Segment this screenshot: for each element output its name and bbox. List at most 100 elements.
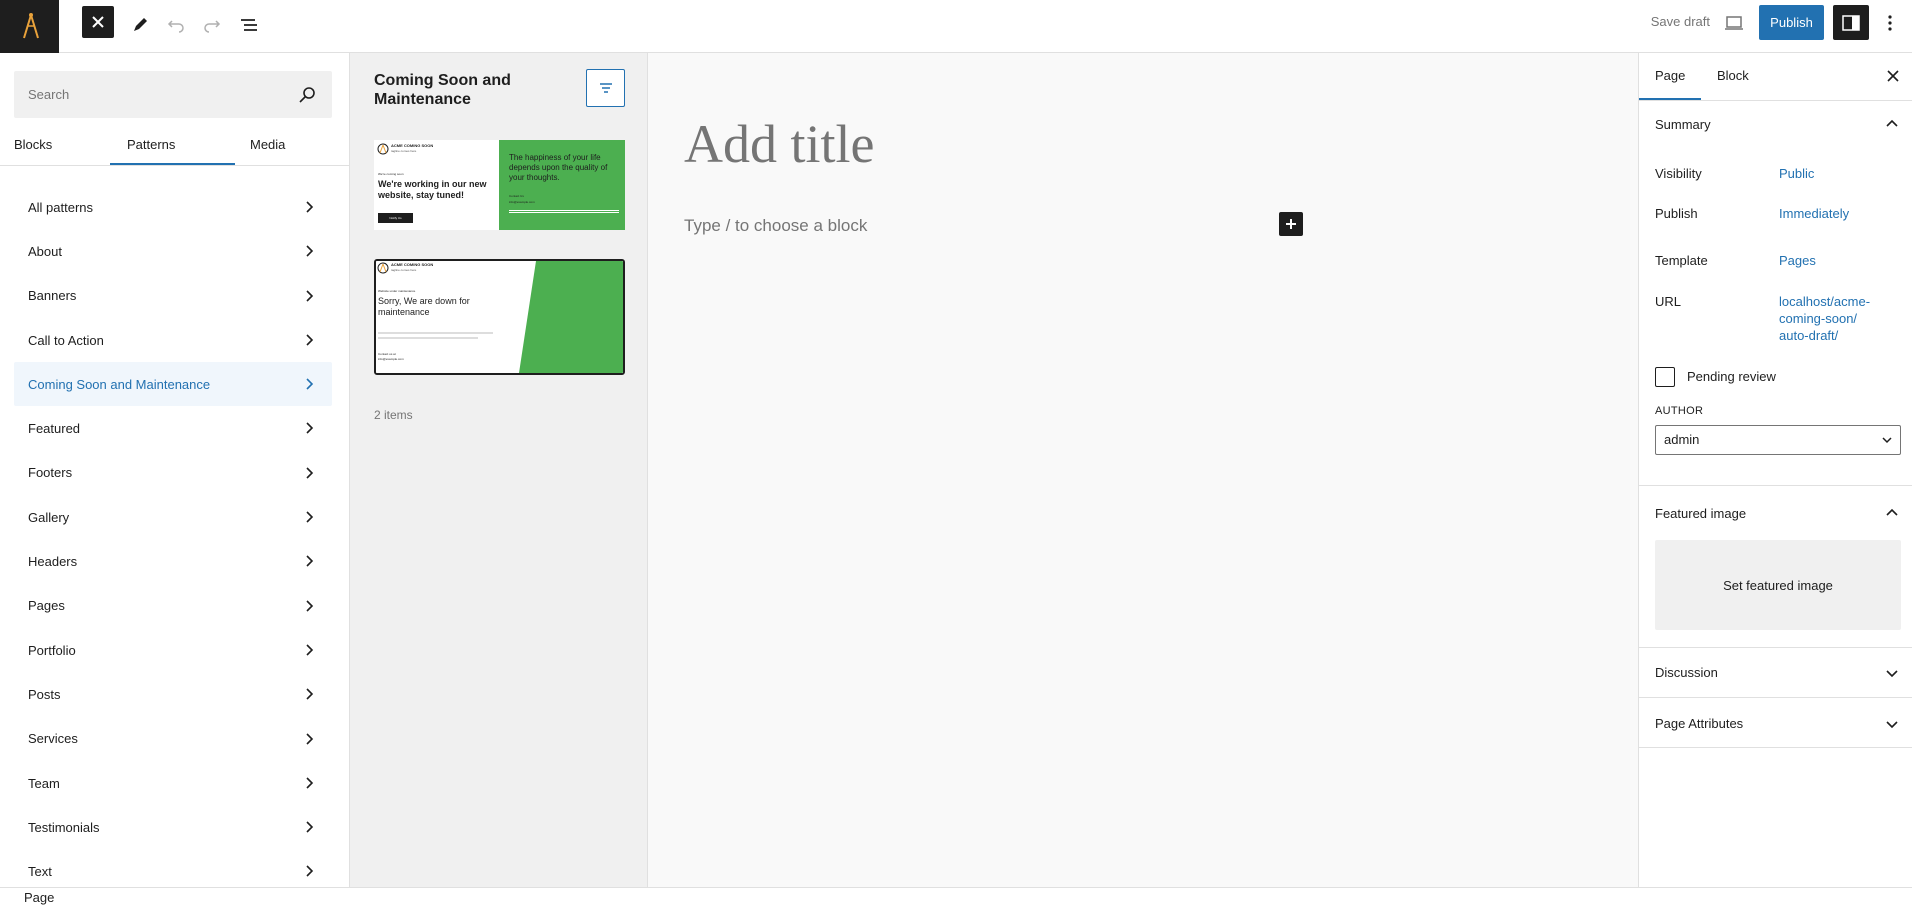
pattern-category-item[interactable]: Featured <box>14 406 332 450</box>
thumb-email: info@example.com <box>378 357 404 361</box>
redo-button[interactable] <box>194 7 230 43</box>
chevron-right-icon <box>306 644 314 656</box>
tab-patterns[interactable]: Patterns <box>127 128 175 166</box>
url-line-3: auto-draft/ <box>1779 328 1839 343</box>
chevron-right-icon <box>306 245 314 257</box>
discussion-panel-title[interactable]: Discussion <box>1655 665 1718 680</box>
pattern-category-label: Services <box>28 731 78 747</box>
pattern-category-label: Headers <box>28 554 78 570</box>
author-label: AUTHOR <box>1655 405 1704 417</box>
publish-button[interactable]: Publish <box>1759 5 1824 40</box>
pattern-category-item[interactable]: All patterns <box>14 185 332 229</box>
pattern-category-item[interactable]: Coming Soon and Maintenance <box>14 362 332 407</box>
pattern-category-item[interactable]: Portfolio <box>14 628 332 672</box>
document-overview-button[interactable] <box>231 7 267 43</box>
chevron-up-icon[interactable] <box>1884 505 1900 521</box>
breadcrumb[interactable]: Page <box>24 890 54 905</box>
template-label: Template <box>1655 253 1708 268</box>
divider <box>1639 697 1912 698</box>
pattern-category-label: Portfolio <box>28 642 76 658</box>
set-featured-image-button[interactable]: Set featured image <box>1655 540 1901 630</box>
pattern-category-item[interactable]: Services <box>14 717 332 761</box>
chevron-right-icon <box>306 422 314 435</box>
preview-button[interactable] <box>1716 5 1752 41</box>
pattern-category-item[interactable]: Call to Action <box>14 318 332 362</box>
search-icon[interactable] <box>298 85 318 105</box>
post-title-input[interactable]: Add title <box>684 113 874 175</box>
chevron-up-icon[interactable] <box>1884 116 1900 132</box>
chevron-right-icon <box>306 201 314 213</box>
divider <box>1639 647 1912 648</box>
settings-toggle-button[interactable] <box>1833 5 1869 40</box>
site-logo[interactable] <box>0 0 59 53</box>
pattern-category-item[interactable]: About <box>14 229 332 273</box>
visibility-value[interactable]: Public <box>1779 165 1814 182</box>
close-inserter-button[interactable] <box>82 6 114 38</box>
tab-blocks[interactable]: Blocks <box>14 128 52 166</box>
tab-media[interactable]: Media <box>250 128 285 166</box>
pattern-category-item[interactable]: Headers <box>14 539 332 583</box>
thumb-contact-label: Contact us at <box>378 352 396 356</box>
chevron-right-icon <box>306 688 314 700</box>
chevron-down-icon <box>1882 437 1892 444</box>
close-icon <box>92 16 104 28</box>
summary-panel-title[interactable]: Summary <box>1655 117 1711 132</box>
thumb-email: info@example.com <box>509 200 535 204</box>
pattern-category-item[interactable]: Gallery <box>14 495 332 539</box>
tab-block[interactable]: Block <box>1717 68 1749 83</box>
save-draft-button[interactable]: Save draft <box>1620 13 1710 31</box>
search-input[interactable] <box>14 71 284 118</box>
pattern-category-item[interactable]: Posts <box>14 672 332 716</box>
close-icon[interactable] <box>1884 67 1902 85</box>
pencil-icon <box>134 18 147 31</box>
page-attributes-panel-title[interactable]: Page Attributes <box>1655 716 1743 731</box>
pattern-category-label: Banners <box>28 288 77 304</box>
pattern-category-label: Footers <box>28 465 73 481</box>
search-box <box>14 71 332 118</box>
thumb-heading: We're working in our new website, stay t… <box>378 179 487 200</box>
add-block-button[interactable] <box>1279 212 1303 236</box>
pattern-category-title: Coming Soon and Maintenance <box>374 72 511 108</box>
thumb-quote: The happiness of your life depends upon … <box>509 153 608 182</box>
divider <box>1639 485 1912 486</box>
chevron-right-icon <box>306 378 314 390</box>
author-value: admin <box>1664 432 1700 447</box>
plus-icon <box>1286 219 1296 229</box>
visibility-label: Visibility <box>1655 166 1702 181</box>
pattern-category-item[interactable]: Footers <box>14 451 332 495</box>
url-value[interactable]: localhost/acme- coming-soon/ auto-draft/ <box>1779 293 1870 344</box>
filter-button[interactable] <box>586 69 625 107</box>
chevron-right-icon <box>306 777 314 789</box>
pattern-category-label: Team <box>28 775 60 791</box>
pattern-category-item[interactable]: Testimonials <box>14 805 332 849</box>
chevron-down-icon[interactable] <box>1884 665 1900 681</box>
pattern-preview-maintenance[interactable]: ACME COMING SOON tagline comes here Webs… <box>374 259 625 375</box>
pattern-category-label: Testimonials <box>28 819 100 835</box>
chevron-down-icon[interactable] <box>1884 716 1900 732</box>
sidebar-icon <box>1842 14 1860 31</box>
pending-review-checkbox[interactable] <box>1655 367 1675 387</box>
url-label: URL <box>1655 294 1682 309</box>
desktop-icon <box>1725 16 1743 30</box>
thumb-contact-label: Contact Us <box>509 194 524 198</box>
block-appender[interactable]: Type / to choose a block <box>684 216 867 236</box>
chevron-right-icon <box>306 555 314 567</box>
chevron-right-icon <box>306 821 314 833</box>
more-vertical-icon <box>1888 15 1892 31</box>
pattern-category-item[interactable]: Team <box>14 761 332 805</box>
tools-button[interactable] <box>122 7 158 43</box>
pattern-category-item[interactable]: Pages <box>14 584 332 628</box>
featured-image-panel-title[interactable]: Featured image <box>1655 506 1746 521</box>
template-value[interactable]: Pages <box>1779 252 1816 269</box>
active-tab-indicator <box>110 163 235 165</box>
editor-canvas: Add title Type / to choose a block <box>648 53 1638 887</box>
pattern-preview-coming-soon[interactable]: ACME COMING SOON tagline comes here We'r… <box>374 140 625 230</box>
pattern-explorer: Coming Soon and Maintenance ACME COMING … <box>350 53 648 887</box>
tab-page[interactable]: Page <box>1655 68 1685 83</box>
pattern-category-item[interactable]: Banners <box>14 274 332 318</box>
undo-button[interactable] <box>158 7 194 43</box>
publish-value[interactable]: Immediately <box>1779 205 1849 222</box>
items-count: 2 items <box>374 408 413 422</box>
author-select[interactable]: admin <box>1655 425 1901 455</box>
options-button[interactable] <box>1872 5 1908 41</box>
